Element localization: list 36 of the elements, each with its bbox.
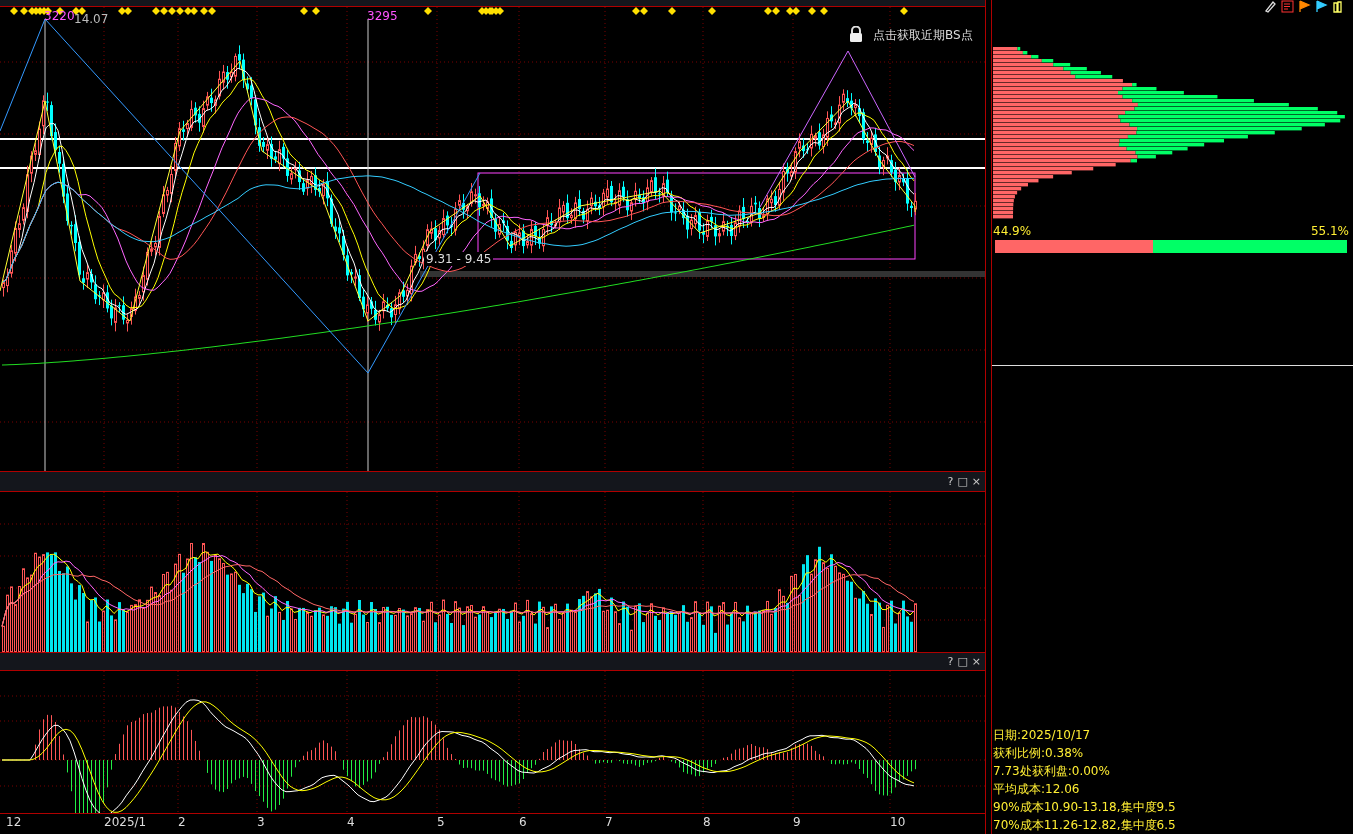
price-range-label: 9.31 - 9.45: [424, 252, 494, 266]
axis-label: 12: [6, 815, 22, 829]
axis-label: 2025/1: [104, 815, 147, 829]
axis-label: 2: [178, 815, 186, 829]
maximize-button[interactable]: □: [956, 655, 969, 668]
flag-icon[interactable]: [1315, 0, 1328, 13]
help-button[interactable]: ?: [946, 475, 955, 488]
bs-points-link[interactable]: 点击获取近期BS点: [873, 27, 973, 44]
percent-label: 55.1%: [1310, 224, 1349, 238]
price-label: 14.07: [74, 12, 109, 26]
close-button[interactable]: ×: [970, 655, 982, 668]
lock-icon[interactable]: [849, 26, 863, 42]
axis-label: 9: [793, 815, 801, 829]
axis-label: 8: [703, 815, 711, 829]
peak-label: 3295: [367, 9, 398, 23]
peak-label: 3220: [44, 9, 75, 23]
close-button[interactable]: ×: [970, 475, 982, 488]
axis-label: 4: [347, 815, 355, 829]
axis-label: 10: [890, 815, 906, 829]
axis-label: 6: [519, 815, 527, 829]
info-line: 日期:2025/10/17: [993, 727, 1092, 744]
document-icon[interactable]: [1281, 0, 1294, 13]
info-line: 7.73处获利盘:0.00%: [993, 763, 1111, 780]
maximize-button[interactable]: □: [956, 475, 969, 488]
info-line: 70%成本11.26-12.82,集中度6.5: [993, 817, 1177, 834]
info-line: 获利比例:0.38%: [993, 745, 1085, 762]
info-line: 平均成本:12.06: [993, 781, 1081, 798]
pencil-icon[interactable]: [1264, 0, 1277, 13]
axis-label: 3: [257, 815, 265, 829]
axis-label: 7: [605, 815, 613, 829]
info-line: 90%成本10.90-13.18,集中度9.5: [993, 799, 1177, 816]
help-button[interactable]: ?: [946, 655, 955, 668]
books-icon[interactable]: [1332, 0, 1345, 13]
axis-label: 5: [437, 815, 445, 829]
flag-icon[interactable]: [1298, 0, 1311, 13]
percent-label: 44.9%: [993, 224, 1032, 238]
